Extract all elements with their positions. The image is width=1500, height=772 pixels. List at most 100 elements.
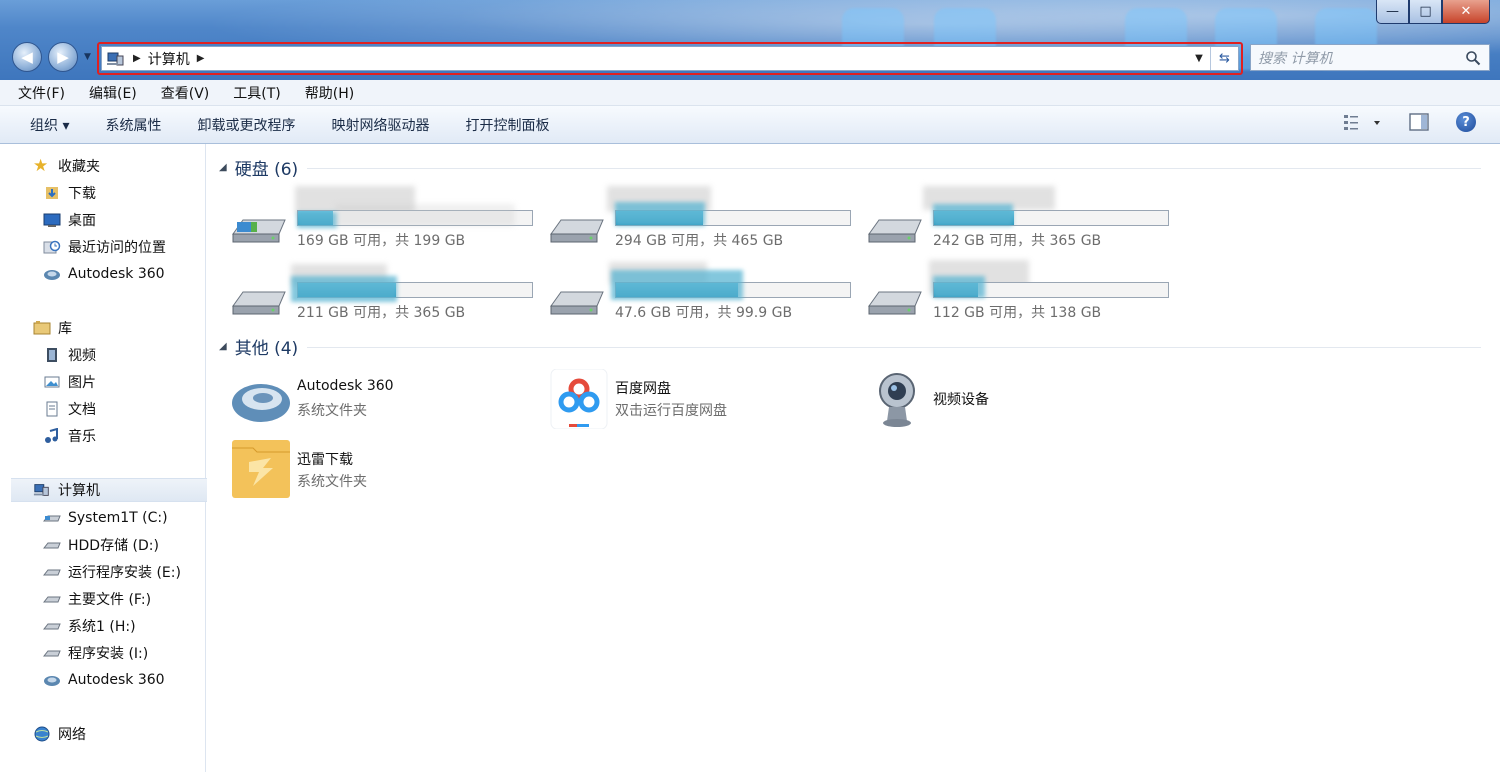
system-properties-button[interactable]: 系统属性 <box>105 115 161 135</box>
menu-tools[interactable]: 工具(T) <box>233 83 280 103</box>
nav-drive-f-label: 主要文件 (F:) <box>68 592 152 608</box>
other-group-title: 其他 (4) <box>234 338 299 359</box>
arrow-left-icon: ◀ <box>21 48 33 66</box>
nav-drive-e-label: 运行程序安装 (E:) <box>68 565 181 581</box>
nav-computer[interactable]: 计算机 <box>11 478 215 502</box>
group-divider <box>307 168 1481 169</box>
nav-libraries[interactable]: 库 <box>0 316 206 340</box>
preview-pane-icon[interactable] <box>1408 112 1430 132</box>
hard-drive-icon <box>550 219 604 243</box>
uninstall-program-button[interactable]: 卸载或更改程序 <box>197 115 295 135</box>
nav-music[interactable]: 音乐 <box>0 424 206 448</box>
redacted-label <box>611 270 743 300</box>
address-bar[interactable]: ▶ 计算机 ▶ ▼ ⇆ <box>101 46 1239 71</box>
address-history-dropdown[interactable]: ▼ <box>1188 53 1210 64</box>
minimize-button[interactable]: — <box>1376 0 1409 24</box>
libraries-icon <box>33 321 51 335</box>
hard-drive-icon <box>868 219 922 243</box>
nav-autodesk360-computer[interactable]: Autodesk 360 <box>0 668 206 692</box>
menu-view[interactable]: 查看(V) <box>161 83 210 103</box>
star-icon: ★ <box>33 156 49 176</box>
baidu-netdisk-item[interactable]: 百度网盘 双击运行百度网盘 <box>549 369 849 431</box>
collapse-triangle-icon[interactable]: ◢ <box>219 162 227 173</box>
drives-group-header[interactable]: ◢ 硬盘 (6) <box>219 156 299 180</box>
refresh-icon[interactable]: ⇆ <box>1210 47 1238 70</box>
nav-favorites[interactable]: ★ 收藏夹 <box>0 154 206 178</box>
drive-tile[interactable]: 112 GB 可用，共 138 GB <box>867 258 1177 322</box>
menu-help[interactable]: 帮助(H) <box>305 83 354 103</box>
nav-documents[interactable]: 文档 <box>0 397 206 421</box>
window-controls: — □ ✕ <box>1376 0 1490 26</box>
drive-tile[interactable]: 169 GB 可用，共 199 GB <box>231 186 541 250</box>
nav-network[interactable]: 网络 <box>0 722 206 746</box>
menu-edit[interactable]: 编辑(E) <box>89 83 137 103</box>
recent-pages-dropdown[interactable]: ▼ <box>84 52 94 62</box>
nav-drive-d[interactable]: HDD存储 (D:) <box>0 533 206 557</box>
search-icon[interactable] <box>1465 50 1481 66</box>
forward-button[interactable]: ▶ <box>48 42 78 72</box>
help-icon[interactable]: ? <box>1456 112 1476 132</box>
nav-videos[interactable]: 视频 <box>0 343 206 367</box>
autodesk-360-item[interactable]: Autodesk 360 系统文件夹 <box>231 369 531 431</box>
hard-drive-icon <box>232 291 286 315</box>
address-bar-highlight: ▶ 计算机 ▶ ▼ ⇆ <box>97 42 1243 75</box>
nav-desktop[interactable]: 桌面 <box>0 208 206 232</box>
redacted-label <box>933 204 1013 226</box>
nav-drive-c[interactable]: System1T (C:) <box>0 506 206 530</box>
nav-drive-h[interactable]: 系统1 (H:) <box>0 614 206 638</box>
breadcrumb-separator-icon[interactable]: ▶ <box>133 53 141 64</box>
nav-drive-i-label: 程序安装 (I:) <box>68 646 149 662</box>
drive-size-text: 211 GB 可用，共 365 GB <box>297 305 466 321</box>
drive-size-text: 112 GB 可用，共 138 GB <box>933 305 1102 321</box>
drive-tile[interactable]: 242 GB 可用，共 365 GB <box>867 186 1177 250</box>
nav-favorites-label: 收藏夹 <box>58 159 100 175</box>
drive-size-text: 294 GB 可用，共 465 GB <box>615 233 784 249</box>
item-title: 迅雷下载 <box>297 452 353 468</box>
nav-recent-places[interactable]: 最近访问的位置 <box>0 235 206 259</box>
collapse-triangle-icon[interactable]: ◢ <box>219 341 227 352</box>
close-button[interactable]: ✕ <box>1442 0 1490 24</box>
drive-tile[interactable]: 47.6 GB 可用，共 99.9 GB <box>549 258 859 322</box>
back-button[interactable]: ◀ <box>12 42 42 72</box>
nav-downloads[interactable]: 下载 <box>0 181 206 205</box>
nav-drive-e[interactable]: 运行程序安装 (E:) <box>0 560 206 584</box>
autodesk-360-icon <box>232 384 290 422</box>
nav-drive-i[interactable]: 程序安装 (I:) <box>0 641 206 665</box>
nav-drive-c-label: System1T (C:) <box>68 510 168 526</box>
content-pane: ◢ 硬盘 (6) 169 GB 可用，共 199 GB 294 GB 可用，共 … <box>207 144 1500 772</box>
drive-tile[interactable]: 294 GB 可用，共 465 GB <box>549 186 859 250</box>
nav-videos-label: 视频 <box>68 348 96 364</box>
map-network-drive-button[interactable]: 映射网络驱动器 <box>331 115 429 135</box>
breadcrumb-separator-icon[interactable]: ▶ <box>197 53 205 64</box>
nav-drive-h-label: 系统1 (H:) <box>68 619 136 635</box>
item-subtitle: 系统文件夹 <box>297 474 367 490</box>
organize-button[interactable]: 组织 ▾ <box>30 115 69 135</box>
nav-autodesk360-fav-label: Autodesk 360 <box>68 266 165 282</box>
baidu-netdisk-icon <box>550 369 608 429</box>
nav-pictures[interactable]: 图片 <box>0 370 206 394</box>
drive-size-text: 242 GB 可用，共 365 GB <box>933 233 1102 249</box>
videos-library-icon <box>47 348 57 362</box>
menu-file[interactable]: 文件(F) <box>18 83 65 103</box>
recent-places-icon <box>43 240 61 254</box>
computer-icon <box>33 484 49 496</box>
item-subtitle: 双击运行百度网盘 <box>615 403 727 419</box>
breadcrumb-computer[interactable]: 计算机 <box>148 49 190 69</box>
window-titlebar: — □ ✕ ◀ ▶ ▼ ▶ 计算机 ▶ ▼ ⇆ 搜索 计算机 <box>0 0 1500 80</box>
drives-group-title: 硬盘 (6) <box>234 159 299 180</box>
nav-autodesk360-fav[interactable]: Autodesk 360 <box>0 262 206 286</box>
video-device-item[interactable]: 视频设备 <box>867 369 1167 431</box>
nav-desktop-label: 桌面 <box>68 213 96 229</box>
nav-downloads-label: 下载 <box>68 186 96 202</box>
open-control-panel-button[interactable]: 打开控制面板 <box>465 115 549 135</box>
network-icon <box>34 726 50 742</box>
xunlei-download-item[interactable]: 迅雷下载 系统文件夹 <box>231 440 531 502</box>
nav-drive-f[interactable]: 主要文件 (F:) <box>0 587 206 611</box>
other-group-header[interactable]: ◢ 其他 (4) <box>219 335 299 359</box>
hard-drive-icon <box>43 542 61 549</box>
search-input[interactable]: 搜索 计算机 <box>1250 44 1490 71</box>
documents-library-icon <box>46 401 58 417</box>
view-options-icon[interactable] <box>1342 112 1382 132</box>
maximize-button[interactable]: □ <box>1409 0 1442 24</box>
drive-tile[interactable]: 211 GB 可用，共 365 GB <box>231 258 541 322</box>
